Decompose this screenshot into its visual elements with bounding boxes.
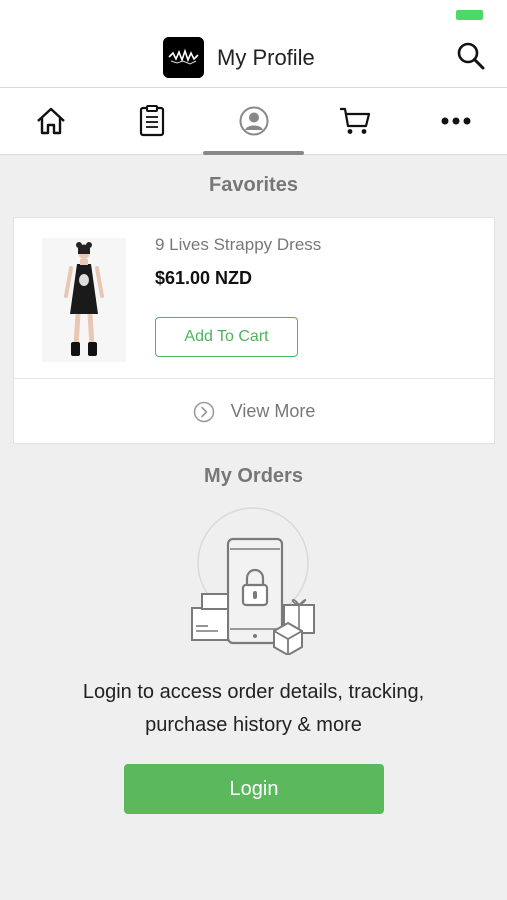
orders-title: My Orders <box>204 465 303 487</box>
login-message-line-1: Login to access order details, tracking, <box>82 681 425 703</box>
product-price: $61.00 NZD <box>155 268 253 288</box>
tab-orders[interactable] <box>101 88 202 154</box>
tab-cart[interactable] <box>304 88 405 154</box>
brand-logo-icon[interactable] <box>163 37 204 78</box>
login-button[interactable]: Login <box>124 764 384 814</box>
page-title: My Profile <box>217 45 315 70</box>
app-header: My Profile <box>0 30 507 87</box>
locked-phone-illustration <box>190 505 320 657</box>
search-icon[interactable] <box>455 40 487 72</box>
favorites-title: Favorites <box>209 174 298 196</box>
view-more-button[interactable]: View More <box>14 379 494 444</box>
cart-icon <box>339 107 371 134</box>
active-tab-indicator <box>202 151 305 155</box>
clipboard-icon <box>140 105 165 137</box>
view-more-label: View More <box>230 401 316 421</box>
home-icon <box>36 107 65 135</box>
tab-bar <box>0 87 507 155</box>
status-bar <box>0 0 507 30</box>
login-message-line-2: purchase history & more <box>145 714 362 736</box>
login-message: Login to access order details, tracking,… <box>0 676 507 742</box>
tab-profile[interactable] <box>202 88 305 155</box>
product-image[interactable] <box>42 238 126 362</box>
tab-more[interactable] <box>406 88 507 154</box>
more-icon <box>441 117 471 125</box>
user-icon <box>239 106 269 136</box>
tab-home[interactable] <box>0 88 101 154</box>
favorites-card: 9 Lives Strappy Dress $61.00 NZD Add To … <box>13 217 495 444</box>
add-to-cart-button[interactable]: Add To Cart <box>155 317 298 357</box>
product-name[interactable]: 9 Lives Strappy Dress <box>155 235 321 255</box>
battery-icon <box>456 10 483 20</box>
chevron-right-circle-icon <box>193 401 214 422</box>
